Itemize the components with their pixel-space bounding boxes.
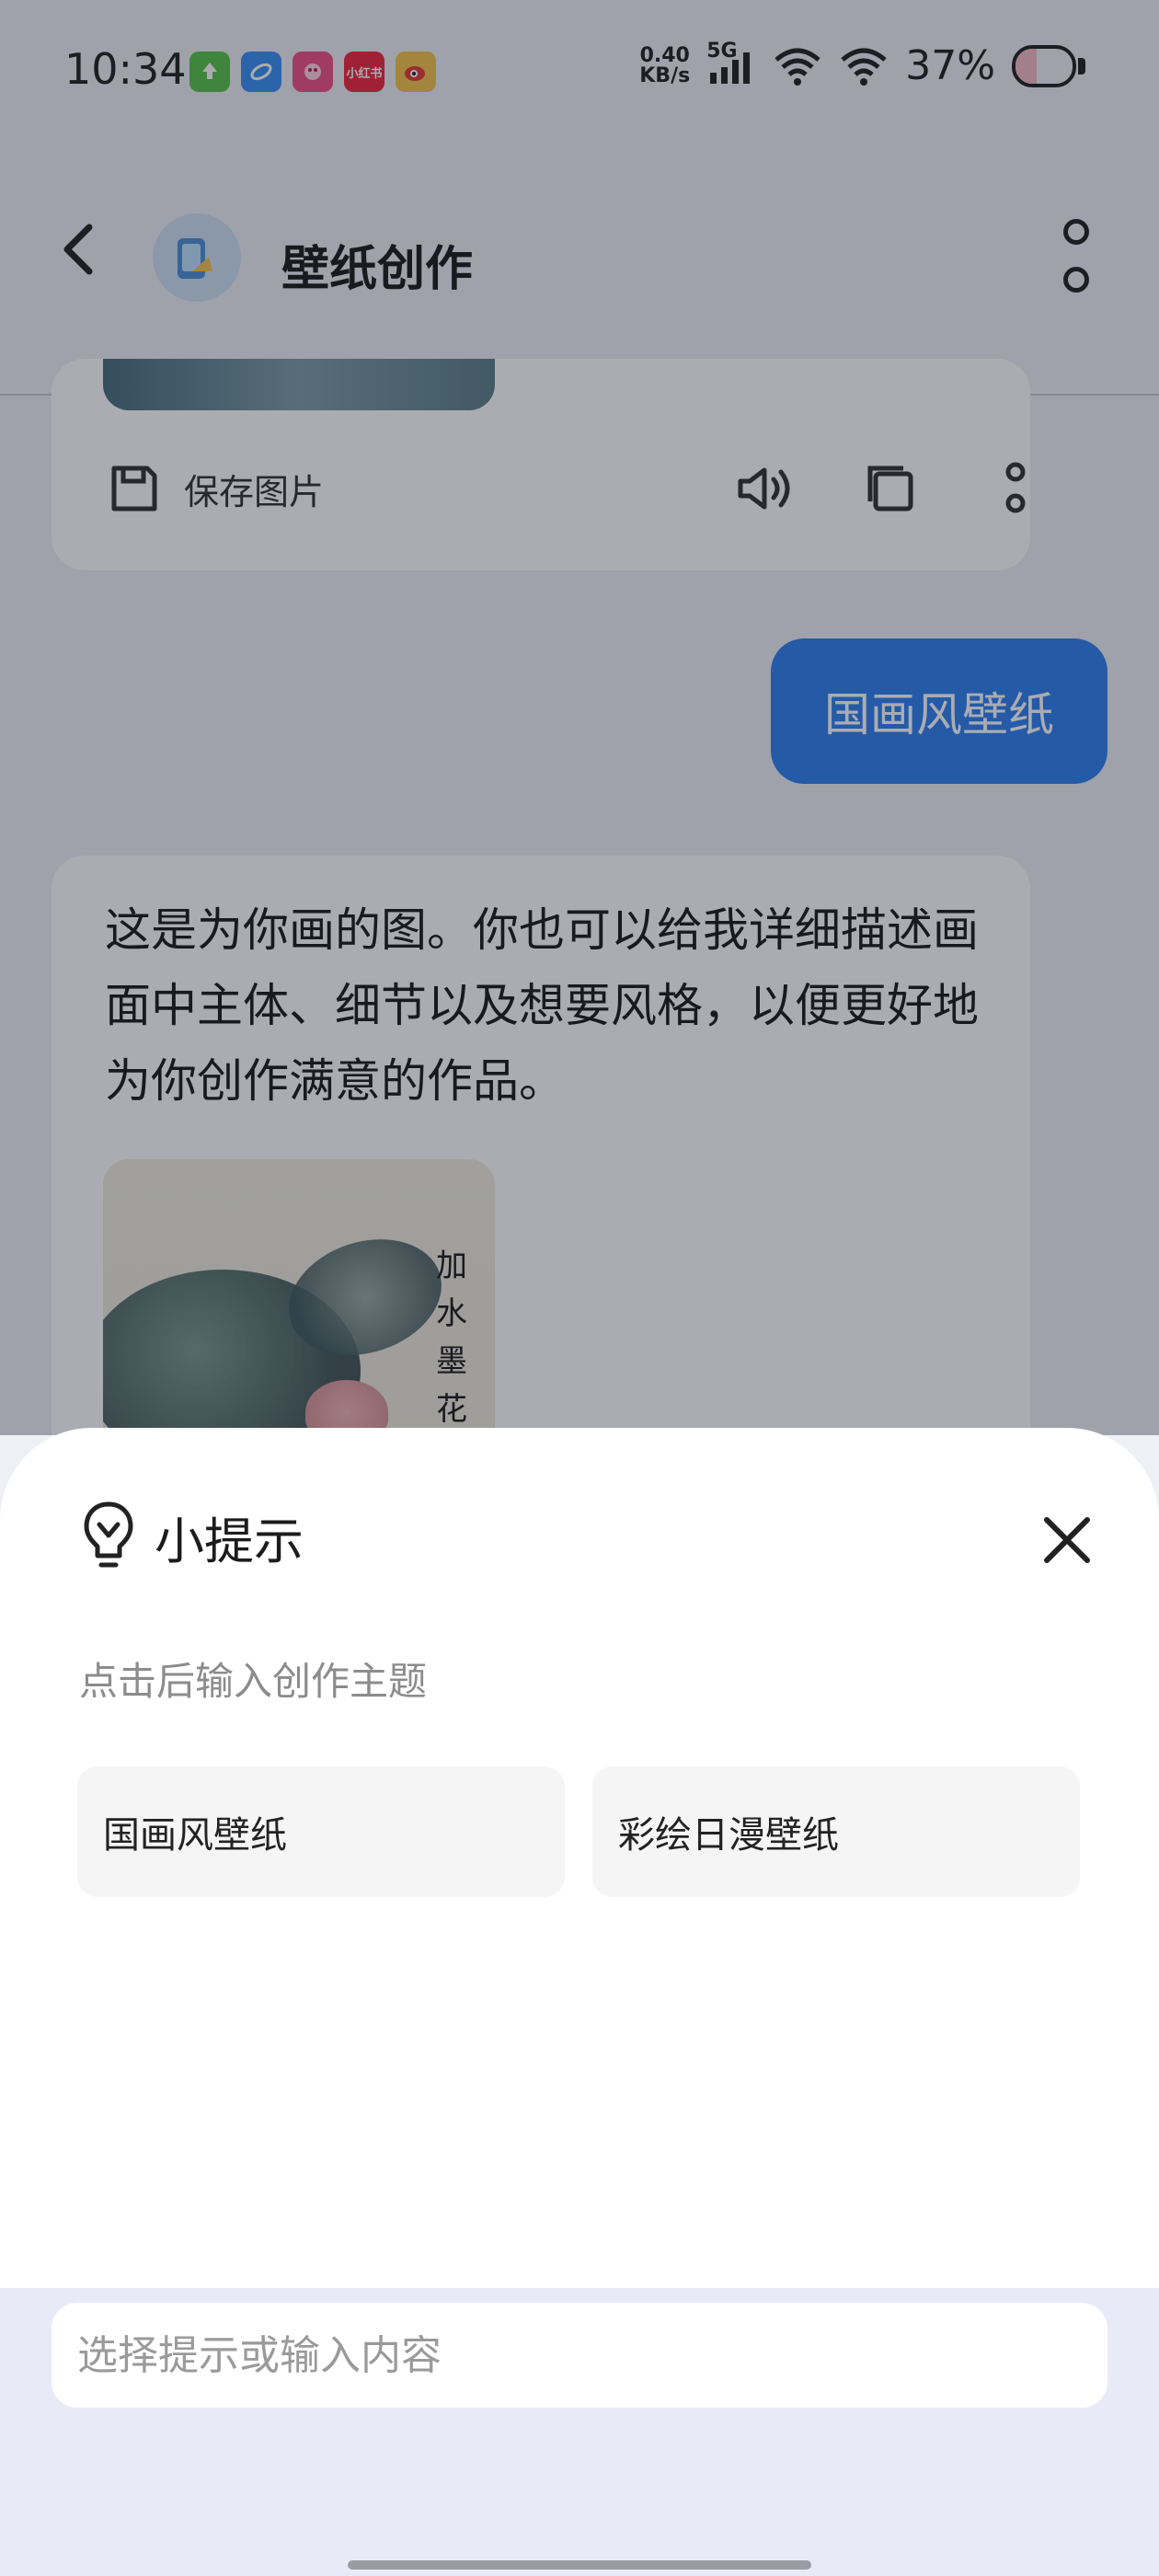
sheet-header: 小提示: [83, 1500, 304, 1573]
dim-overlay[interactable]: [0, 0, 1159, 1435]
screen: 10:34 小红书 0.40 KB/s 5G 37% 壁纸创作 保存图片 国画风…: [0, 0, 1159, 2576]
lightbulb-icon: [84, 1501, 133, 1568]
sheet-hint: 点击后输入创作主题: [79, 1659, 428, 1704]
prompt-chip-anime[interactable]: 彩绘日漫壁纸: [592, 1766, 1080, 1897]
input-area: [0, 2288, 1159, 2576]
prompt-chip-guohua[interactable]: 国画风壁纸: [77, 1766, 565, 1897]
close-icon: [1044, 1517, 1090, 1563]
prompt-chip-label: 国画风壁纸: [103, 1814, 287, 1857]
sheet-title: 小提示: [155, 1512, 304, 1570]
prompt-chip-label: 彩绘日漫壁纸: [618, 1814, 839, 1857]
home-indicator[interactable]: [348, 2560, 811, 2570]
message-input[interactable]: [52, 2303, 1107, 2408]
close-sheet-button[interactable]: [1032, 1505, 1102, 1575]
tips-sheet: 小提示 点击后输入创作主题 国画风壁纸 彩绘日漫壁纸: [0, 1428, 1159, 2288]
